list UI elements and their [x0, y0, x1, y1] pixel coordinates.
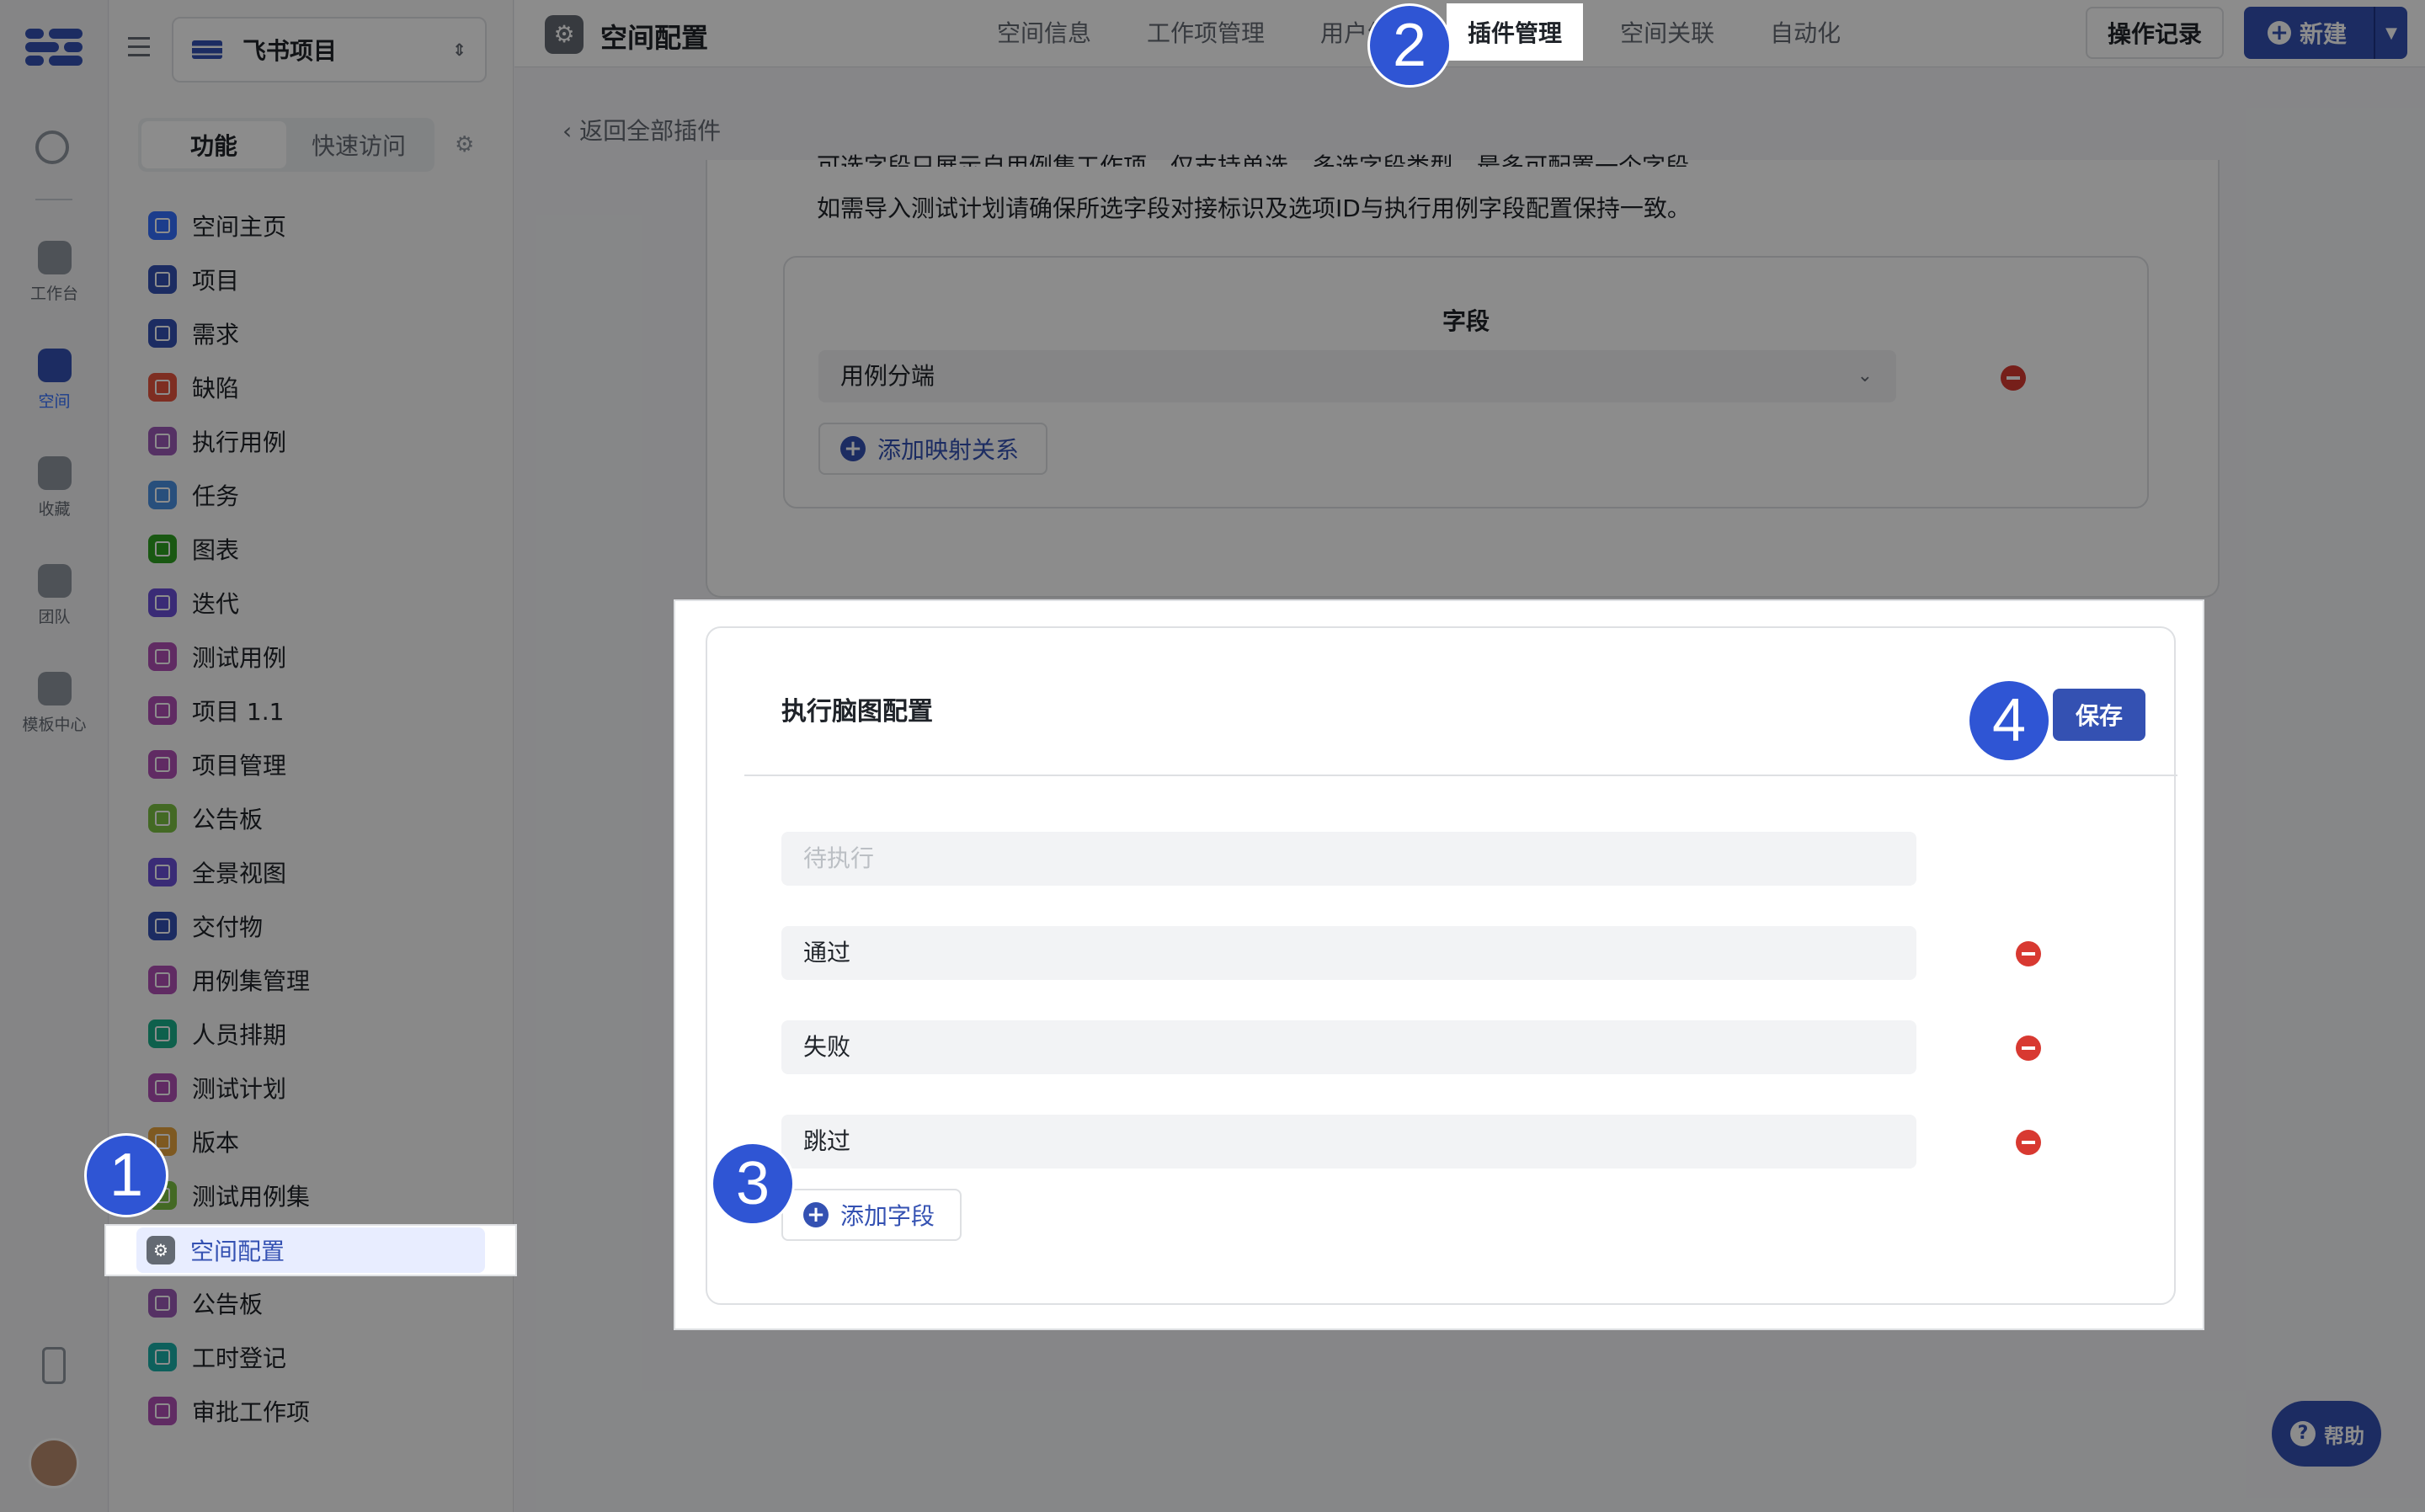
- field-input-pass[interactable]: 通过: [781, 926, 1916, 980]
- sidebar-item-space-config-highlight[interactable]: ⚙ 空间配置: [104, 1224, 517, 1276]
- callout-2: 2: [1367, 3, 1452, 88]
- panel-divider: [744, 775, 2177, 776]
- plus-circle-icon: +: [803, 1202, 829, 1227]
- callout-1: 1: [84, 1133, 168, 1217]
- panel-title: 执行脑图配置: [781, 697, 933, 727]
- remove-field-skip-icon[interactable]: [2016, 1130, 2041, 1155]
- gear-icon: ⚙: [147, 1236, 175, 1264]
- sidebar-item-space-config[interactable]: ⚙ 空间配置: [136, 1227, 485, 1273]
- add-field-button[interactable]: + 添加字段: [781, 1189, 962, 1241]
- remove-field-pass-icon[interactable]: [2016, 941, 2041, 966]
- callout-3: 3: [711, 1142, 795, 1226]
- field-input-fail[interactable]: 失败: [781, 1020, 1916, 1074]
- callout-4: 4: [1967, 679, 2051, 763]
- field-input-skip[interactable]: 跳过: [781, 1115, 1916, 1169]
- save-button[interactable]: 保存: [2053, 689, 2145, 741]
- field-input-pending[interactable]: 待执行: [781, 832, 1916, 886]
- tab-plugin-management[interactable]: 插件管理: [1447, 3, 1583, 61]
- remove-field-fail-icon[interactable]: [2016, 1036, 2041, 1061]
